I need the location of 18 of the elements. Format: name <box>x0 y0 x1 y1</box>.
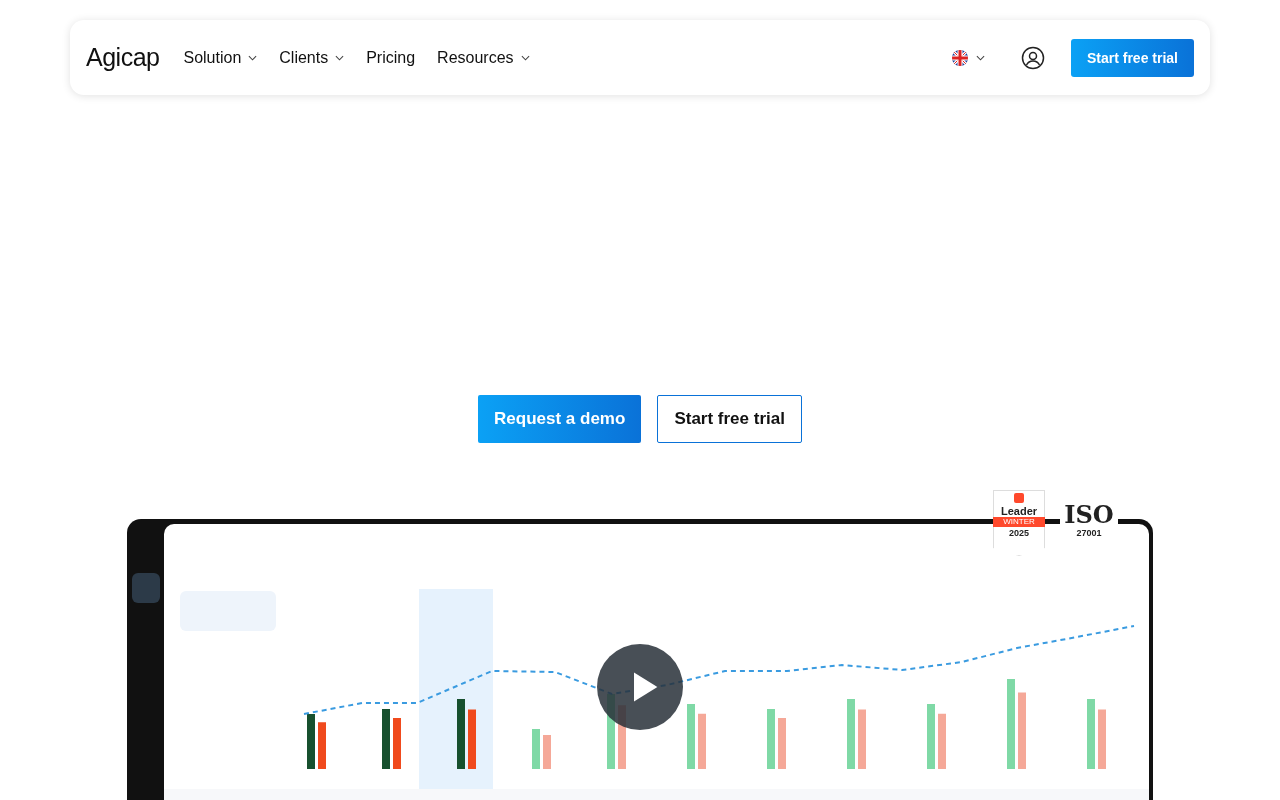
user-icon[interactable] <box>1020 45 1045 70</box>
badge-year: 2025 <box>1009 528 1029 538</box>
language-selector[interactable] <box>951 49 985 66</box>
nav-link[interactable]: Pricing <box>366 48 416 67</box>
badge-title: Leader <box>1000 505 1038 517</box>
nav-link[interactable]: Solution <box>183 48 258 67</box>
demo-button[interactable]: Request a demo <box>478 395 642 443</box>
badge-title: ISO <box>1064 502 1114 528</box>
chevron-icon <box>975 54 985 61</box>
flag-icon <box>951 49 968 66</box>
badge-ribbon: WINTER <box>993 517 1045 527</box>
badge-number: 27001 <box>1076 528 1102 538</box>
logo[interactable]: Agicap <box>86 43 160 72</box>
nav-link[interactable]: Resources <box>437 48 530 67</box>
trial-button[interactable]: Start free trial <box>657 395 802 443</box>
start-trial-button[interactable]: Start free trial <box>1070 38 1194 77</box>
g2-icon <box>1014 493 1024 503</box>
nav-link[interactable]: Clients <box>279 48 345 67</box>
